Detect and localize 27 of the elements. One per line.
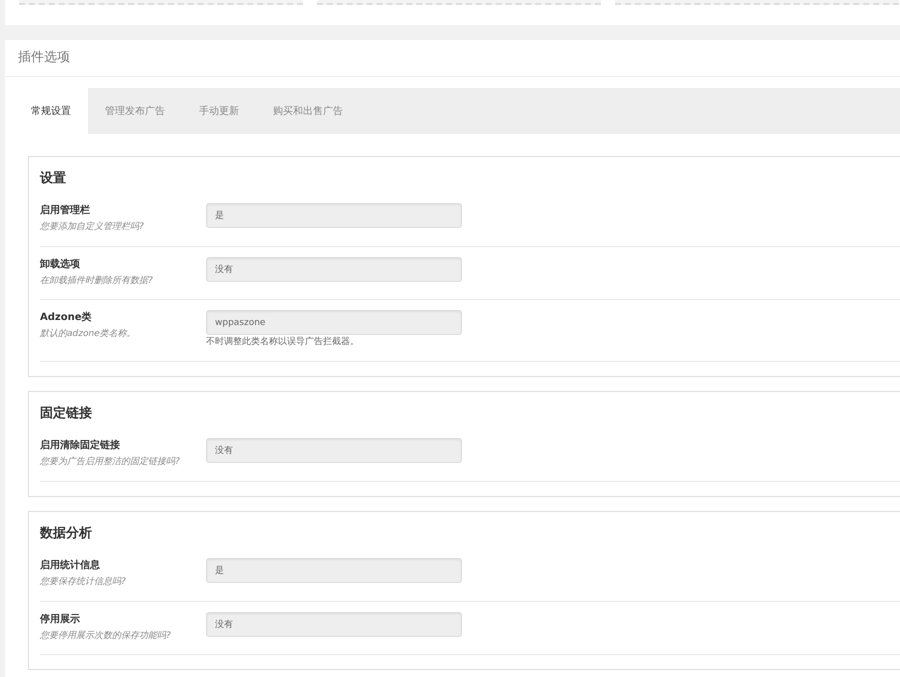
field-label: 停用展示 <box>40 612 81 627</box>
tab[interactable]: 管理发布广告 <box>88 88 182 134</box>
field-label: Adzone类 <box>40 310 92 326</box>
tab[interactable]: 购买和出售广告 <box>256 88 360 134</box>
input-field[interactable]: 没有 <box>206 438 462 464</box>
field-label: 卸载选项 <box>40 258 81 272</box>
field-hint: 不时调整此类名称以误导广告拦截器。 <box>206 336 360 350</box>
field-label: 启用清除固定链接 <box>40 438 121 454</box>
field-description: 您要保存统计信息吗? <box>40 576 127 590</box>
section-title: 固定链接 <box>40 406 93 422</box>
input-field[interactable]: 没有 <box>206 612 462 637</box>
field-description: 您要添加自定义管理栏吗? <box>40 221 145 234</box>
field-label: 启用管理栏 <box>40 203 91 218</box>
field-description: 在卸载插件时删除所有数据? <box>40 274 154 288</box>
section-title: 设置 <box>40 170 67 186</box>
input-field[interactable]: 是 <box>206 203 462 228</box>
tab[interactable]: 常规设置 <box>14 88 88 134</box>
field-label: 启用统计信息 <box>40 558 101 574</box>
input-field[interactable]: 是 <box>206 558 462 584</box>
tab[interactable]: 手动更新 <box>182 88 256 134</box>
input-field[interactable]: wppaszone <box>206 310 462 336</box>
input-field[interactable]: 没有 <box>206 256 462 282</box>
field-description: 默认的adzone类名称。 <box>40 328 137 342</box>
field-description: 您要停用展示次数的保存功能吗? <box>40 630 172 643</box>
panel-title: 插件选项 <box>5 40 900 77</box>
field-description: 您要为广告启用整洁的固定链接吗? <box>40 456 181 470</box>
section-title: 数据分析 <box>40 526 93 542</box>
